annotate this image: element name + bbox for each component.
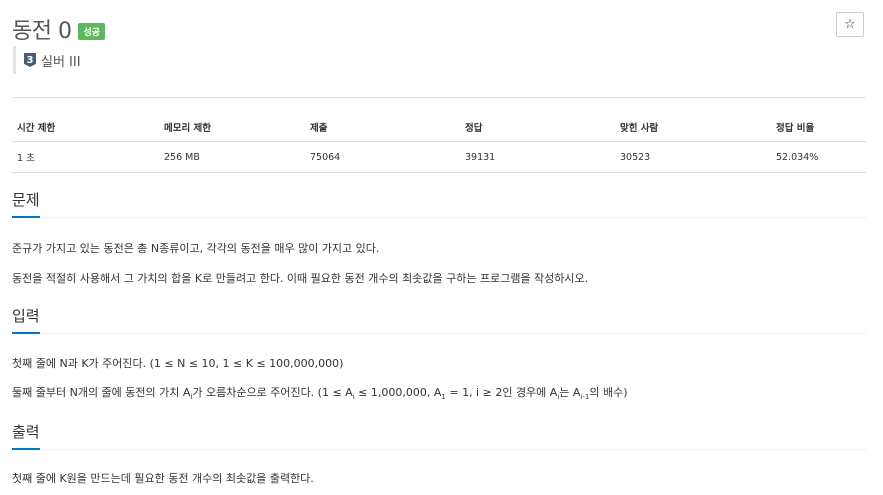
page-title: 동전 0 <box>12 19 72 44</box>
star-icon: ☆ <box>844 17 856 32</box>
input-line-2: 둘째 줄부터 N개의 줄에 동전의 가치 Ai가 오름차순으로 주어진다. (1… <box>12 386 628 402</box>
header-accepted: 정답 <box>460 113 615 142</box>
star-button[interactable]: ☆ <box>836 12 864 37</box>
section-output-header: 출력 <box>12 422 866 450</box>
header-submissions: 제출 <box>305 113 460 142</box>
header-time-limit: 시간 제한 <box>12 113 159 142</box>
tier-label[interactable]: 실버 III <box>41 51 81 70</box>
section-description-title: 문제 <box>12 190 40 218</box>
cell-accepted[interactable]: 39131 <box>460 141 615 173</box>
cell-memory-limit: 256 MB <box>159 141 305 173</box>
header-accept-ratio: 정답 비율 <box>771 113 866 142</box>
section-input-title: 입력 <box>12 306 40 334</box>
cell-accept-ratio: 52.034% <box>771 141 866 173</box>
input-line-1: 첫째 줄에 N과 K가 주어진다. (1 ≤ N ≤ 10, 1 ≤ K ≤ 1… <box>12 357 344 370</box>
section-description-header: 문제 <box>12 190 866 218</box>
cell-time-limit: 1 초 <box>12 141 159 173</box>
divider <box>12 97 866 98</box>
output-line-1: 첫째 줄에 K원을 만드는데 필요한 동전 개수의 최솟값을 출력한다. <box>12 472 314 485</box>
tier-icon: 3 <box>24 53 36 67</box>
cell-solved-users[interactable]: 30523 <box>615 141 771 173</box>
title-row: 동전 0 성공 <box>12 13 106 45</box>
section-output-title: 출력 <box>12 422 40 450</box>
tier-row: 3 실버 III <box>13 46 81 74</box>
table-row: 1 초 256 MB 75064 39131 30523 52.034% <box>12 141 866 173</box>
cell-submissions[interactable]: 75064 <box>305 141 460 173</box>
table-header-row: 시간 제한 메모리 제한 제출 정답 맞힌 사람 정답 비율 <box>12 113 866 142</box>
problem-info-table: 시간 제한 메모리 제한 제출 정답 맞힌 사람 정답 비율 1 초 256 M… <box>12 113 866 173</box>
section-input-header: 입력 <box>12 306 866 334</box>
header-solved-users: 맞힌 사람 <box>615 113 771 142</box>
header-memory-limit: 메모리 제한 <box>159 113 305 142</box>
description-line-1: 준규가 가지고 있는 동전은 총 N종류이고, 각각의 동전을 매우 많이 가지… <box>12 242 380 255</box>
status-badge: 성공 <box>78 22 106 40</box>
description-line-2: 동전을 적절히 사용해서 그 가치의 합을 K로 만들려고 한다. 이때 필요한… <box>12 272 589 285</box>
